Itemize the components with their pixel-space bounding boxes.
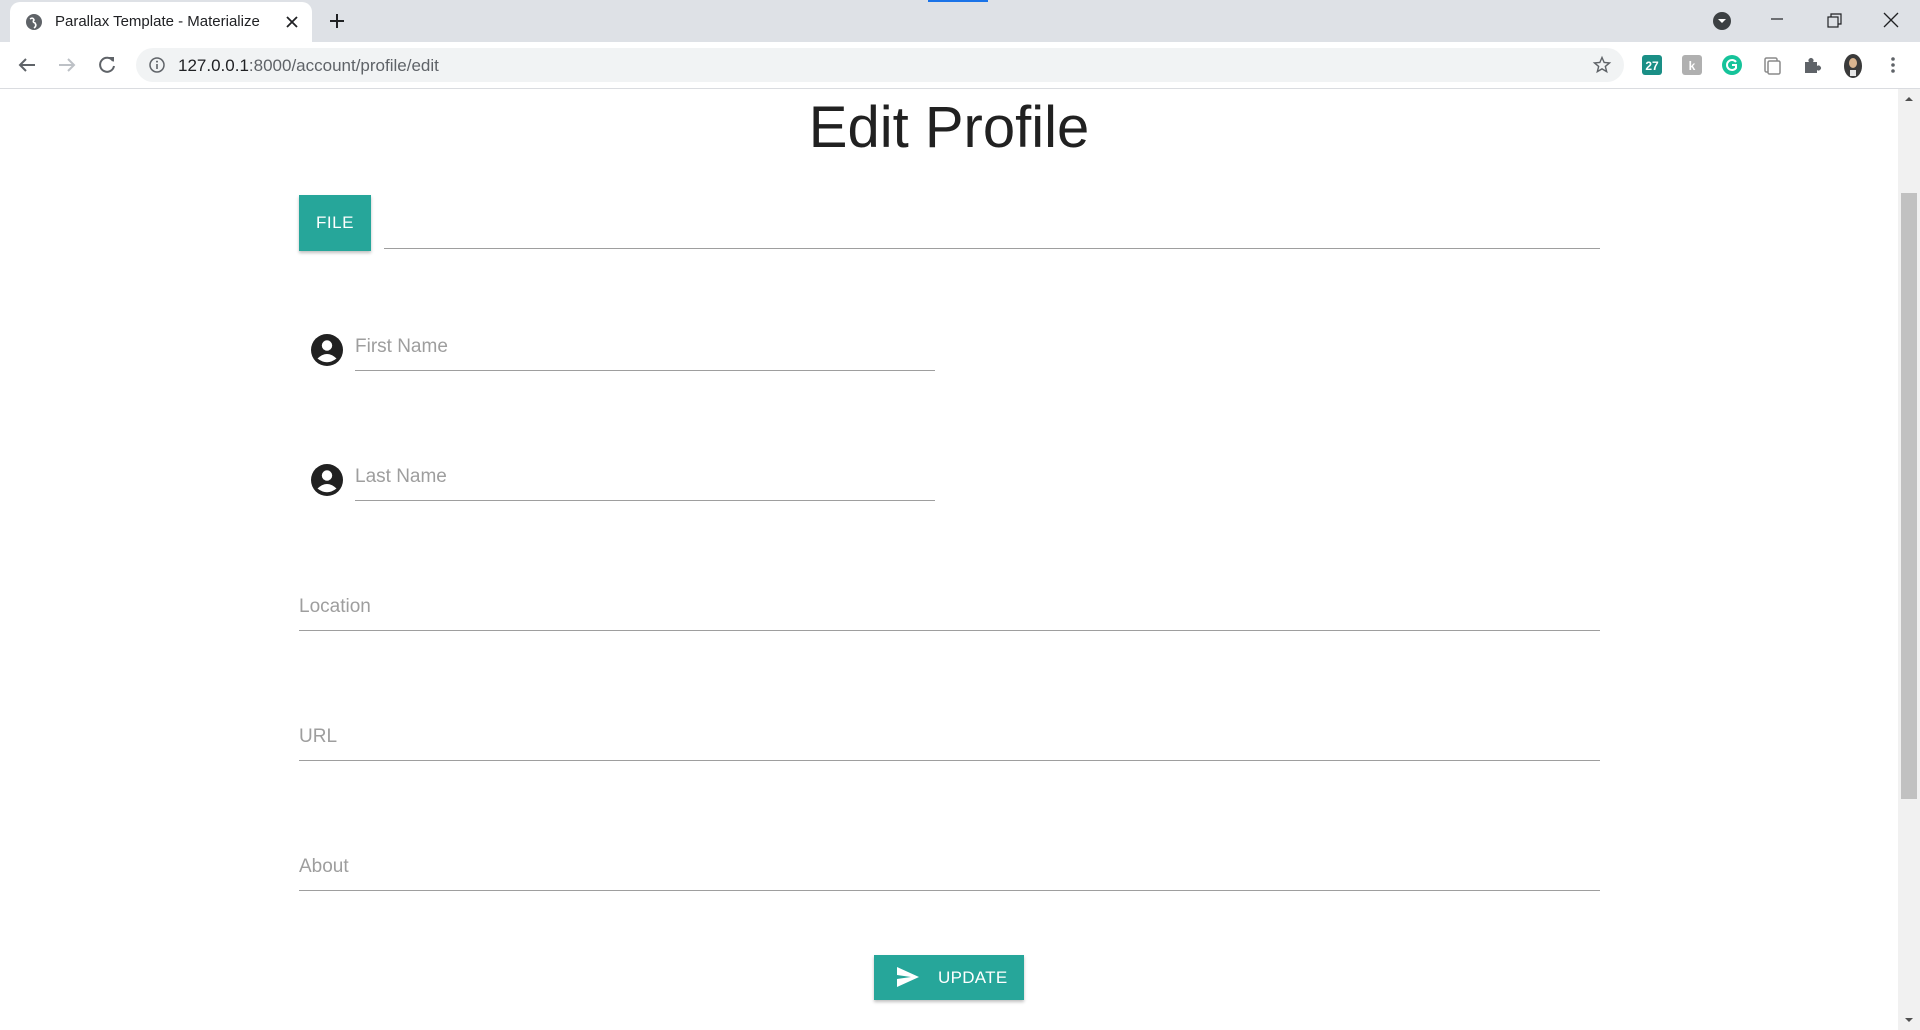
scroll-thumb[interactable] — [1901, 193, 1917, 799]
last-name-label: Last Name — [355, 466, 447, 487]
puzzle-icon[interactable] — [1801, 54, 1823, 76]
menu-dots-icon[interactable] — [1882, 54, 1904, 76]
first-name-label: First Name — [355, 336, 448, 357]
location-label: Location — [299, 596, 371, 617]
clipboard-icon[interactable] — [1761, 54, 1783, 76]
close-icon[interactable] — [282, 12, 302, 32]
scroll-down-arrow-icon[interactable] — [1903, 1014, 1915, 1026]
svg-text:27: 27 — [1645, 59, 1659, 73]
address-bar[interactable]: 127.0.0.1:8000/account/profile/edit — [136, 48, 1624, 82]
url-host: 127.0.0.1 — [178, 56, 249, 75]
account-circle-icon — [311, 464, 343, 496]
url-label: URL — [299, 726, 338, 747]
forward-arrow-icon[interactable] — [55, 53, 79, 77]
scroll-up-arrow-icon[interactable] — [1903, 93, 1915, 105]
k-extension-icon[interactable]: k — [1681, 54, 1703, 76]
update-button[interactable]: UPDATE — [874, 955, 1024, 1000]
page-title: Edit Profile — [808, 95, 1090, 160]
avatar-icon[interactable] — [1841, 52, 1865, 78]
about-field[interactable]: About — [299, 844, 1600, 891]
back-arrow-icon[interactable] — [15, 53, 39, 77]
calendar-27-icon[interactable]: 27 — [1641, 54, 1663, 76]
tab-strip: Parallax Template - Materialize — [0, 0, 1920, 42]
file-button[interactable]: FILE — [299, 195, 371, 251]
url-field[interactable]: URL — [299, 714, 1600, 761]
tab-indicator — [928, 0, 988, 2]
info-icon[interactable] — [148, 56, 166, 74]
grammarly-icon[interactable] — [1721, 54, 1743, 76]
globe-icon — [26, 14, 42, 30]
restore-icon[interactable] — [1819, 6, 1849, 36]
browser-toolbar: 127.0.0.1:8000/account/profile/edit 27 k — [0, 42, 1920, 89]
minimize-icon[interactable] — [1762, 6, 1792, 36]
tab-search-icon[interactable] — [1710, 9, 1734, 33]
url-text[interactable]: 127.0.0.1:8000/account/profile/edit — [178, 56, 439, 76]
last-name-field[interactable]: Last Name — [355, 454, 935, 501]
bookmark-star-icon[interactable] — [1592, 55, 1612, 75]
send-icon — [897, 967, 919, 987]
url-path: :8000/account/profile/edit — [248, 56, 439, 75]
location-field[interactable]: Location — [299, 584, 1600, 631]
browser-tab[interactable]: Parallax Template - Materialize — [10, 2, 312, 42]
account-circle-icon — [311, 334, 343, 366]
about-label: About — [299, 856, 349, 877]
page-content: Edit Profile FILE First Name Last Name L… — [0, 89, 1898, 1030]
new-tab-icon[interactable] — [325, 9, 349, 33]
tab-title: Parallax Template - Materialize — [55, 13, 260, 30]
first-name-field[interactable]: First Name — [355, 324, 935, 371]
update-label: UPDATE — [938, 968, 1008, 987]
scrollbar[interactable] — [1898, 89, 1920, 1030]
file-path-input[interactable] — [384, 198, 1600, 249]
reload-icon[interactable] — [95, 53, 119, 77]
svg-text:k: k — [1689, 59, 1696, 73]
window-close-icon[interactable] — [1876, 6, 1906, 36]
